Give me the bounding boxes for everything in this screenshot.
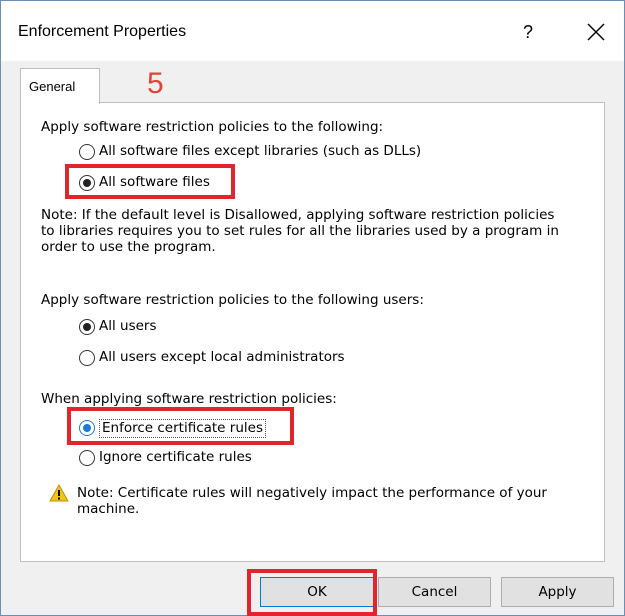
close-icon — [587, 23, 605, 41]
users-heading: Apply software restriction policies to t… — [41, 292, 424, 308]
radio-enforce-certificate-rules-label: Enforce certificate rules — [99, 419, 266, 438]
radio-all-users-label: All users — [99, 318, 157, 334]
step-annotation: 5 — [147, 67, 164, 100]
ok-button[interactable]: OK — [260, 577, 374, 607]
radio-ignore-certificate-rules[interactable] — [79, 450, 95, 466]
radio-all-software-files[interactable] — [79, 175, 95, 191]
radio-ignore-certificate-rules-label: Ignore certificate rules — [99, 449, 252, 465]
warning-triangle-icon — [49, 483, 69, 502]
radio-all-software-files-label: All software files — [99, 174, 210, 190]
files-note-line-3: order to use the program. — [41, 239, 216, 255]
radio-enforce-certificate-rules[interactable] — [79, 420, 95, 436]
tab-general-label: General — [29, 79, 76, 94]
radio-all-except-libraries-label: All software files except libraries (suc… — [99, 143, 422, 159]
files-note-line-1: Note: If the default level is Disallowed… — [41, 207, 555, 223]
title-bar: Enforcement Properties ? — [1, 1, 624, 61]
warning-note-line-2: machine. — [77, 501, 140, 517]
files-note-line-2: to libraries requires you to set rules f… — [41, 223, 559, 239]
warning-note-line-1: Note: Certificate rules will negatively … — [77, 485, 547, 501]
dialog-window: Enforcement Properties ? General 5 Apply… — [0, 0, 625, 616]
radio-all-users-except-admins[interactable] — [79, 350, 95, 366]
certs-heading: When applying software restriction polic… — [41, 391, 337, 407]
help-button[interactable]: ? — [513, 15, 543, 49]
radio-all-users[interactable] — [79, 319, 95, 335]
radio-all-users-except-admins-label: All users except local administrators — [99, 349, 345, 365]
button-bar: OK Cancel Apply — [1, 563, 624, 615]
window-title: Enforcement Properties — [18, 23, 187, 40]
apply-button[interactable]: Apply — [501, 577, 614, 607]
general-panel: Apply software restriction policies to t… — [20, 102, 605, 562]
tab-general[interactable]: General — [20, 68, 100, 104]
files-heading: Apply software restriction policies to t… — [41, 119, 384, 135]
radio-all-except-libraries[interactable] — [79, 144, 95, 160]
close-button[interactable] — [579, 15, 613, 49]
cancel-button[interactable]: Cancel — [378, 577, 491, 607]
